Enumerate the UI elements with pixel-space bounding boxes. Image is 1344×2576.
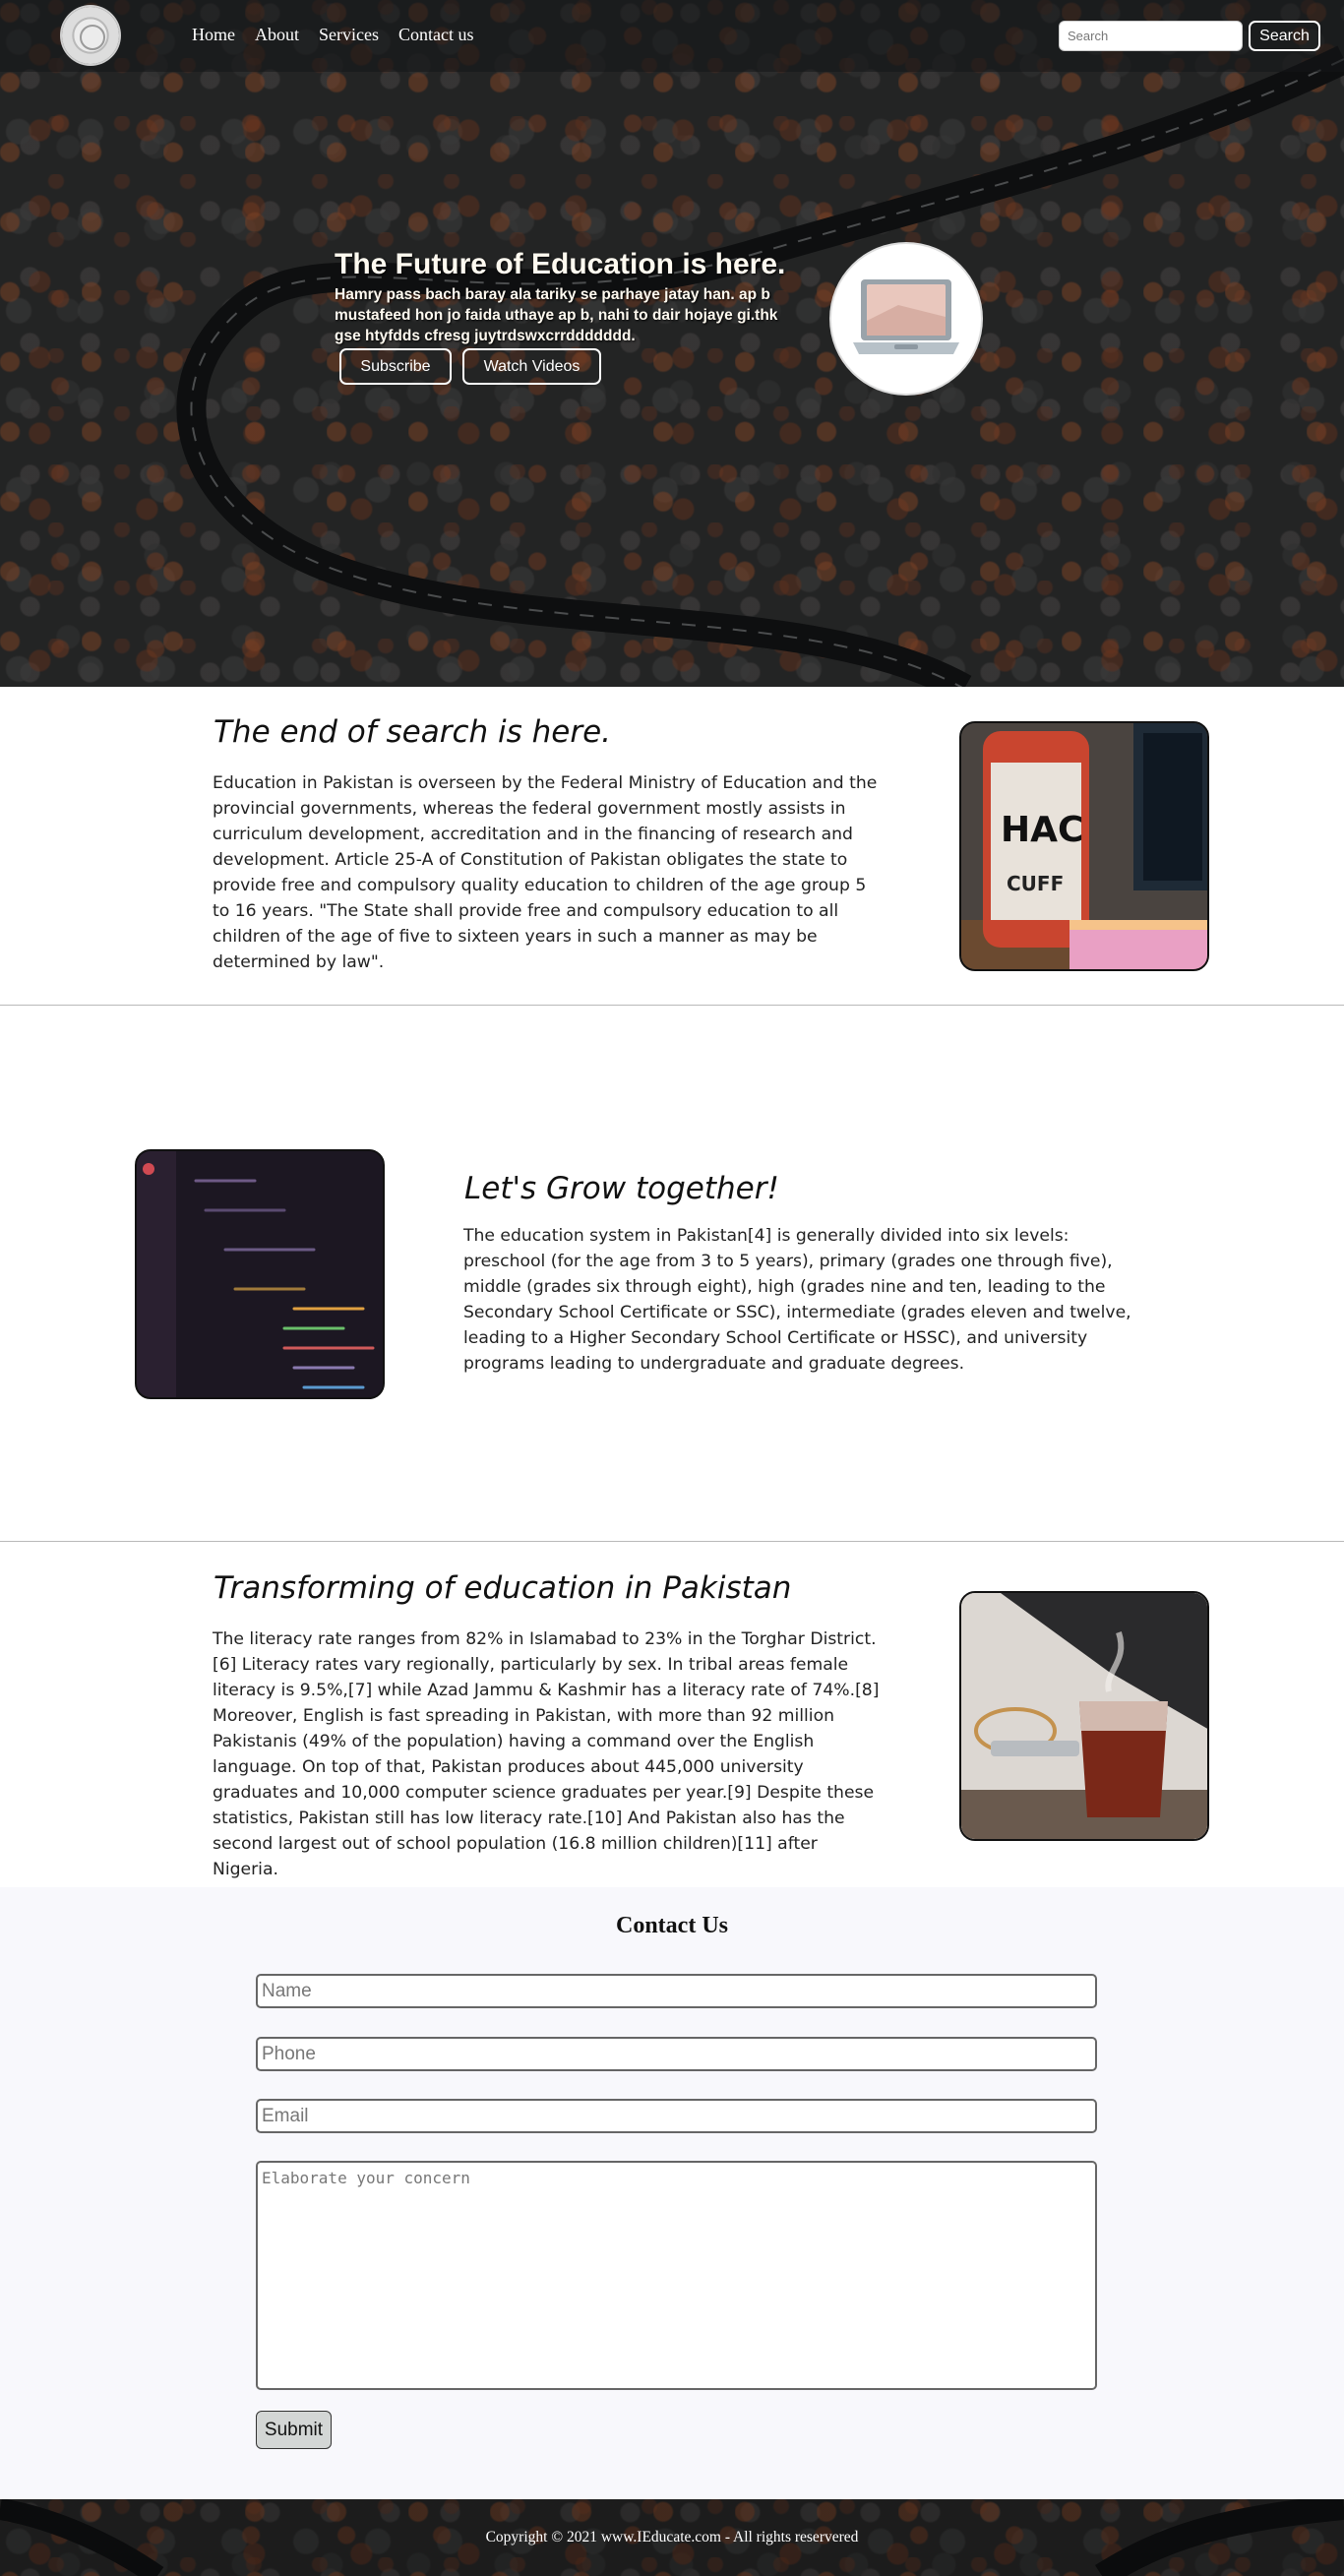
section-3-text: The literacy rate ranges from 82% in Isl…: [213, 1629, 880, 1879]
search-input[interactable]: [1059, 21, 1243, 51]
tea-glass-photo: [959, 1591, 1209, 1841]
nav-links: Home About Services Contact us: [192, 25, 493, 45]
hack-coffee-image: HAC CUFF: [961, 723, 1207, 969]
submit-button[interactable]: Submit: [256, 2411, 332, 2449]
section-3-title: Transforming of education in Pakistan: [214, 1570, 792, 1606]
section-1-title: The end of search is here.: [214, 714, 612, 750]
nav-services-link[interactable]: Services: [319, 25, 379, 45]
contact-section: Contact Us Submit: [0, 1887, 1344, 2499]
concern-textarea[interactable]: [256, 2161, 1097, 2390]
laptop-icon: [853, 279, 959, 354]
section-2-text: The education system in Pakistan[4] is g…: [463, 1226, 1131, 1374]
contact-title: Contact Us: [616, 1913, 728, 1938]
code-screen-photo: [135, 1149, 385, 1399]
section-2-title: Let's Grow together!: [464, 1171, 779, 1206]
hack-coffee-photo: HAC CUFF: [959, 721, 1209, 971]
hero-section: The Future of Education is here. Hamry p…: [0, 0, 1344, 687]
email-field[interactable]: [256, 2099, 1097, 2133]
section-divider: [0, 1005, 1344, 1006]
nav-contact-link[interactable]: Contact us: [398, 25, 474, 45]
phone-field[interactable]: [256, 2037, 1097, 2071]
copyright-text: Copyright © 2021 www.IEducate.com - All …: [485, 2529, 859, 2545]
nav-home-link[interactable]: Home: [192, 25, 235, 45]
name-field[interactable]: [256, 1974, 1097, 2008]
tea-glass-image: [961, 1593, 1207, 1839]
seal-logo-icon[interactable]: [62, 7, 119, 64]
navbar: Home About Services Contact us Search: [0, 0, 1344, 72]
footer: Copyright © 2021 www.IEducate.com - All …: [0, 2499, 1344, 2576]
search-button[interactable]: Search: [1249, 21, 1320, 51]
section-divider: [0, 1541, 1344, 1542]
hero-avatar: [831, 244, 981, 394]
subscribe-button[interactable]: Subscribe: [339, 348, 452, 385]
svg-text:HAC: HAC: [1001, 810, 1083, 850]
code-screen-image: [137, 1151, 383, 1397]
nav-about-link[interactable]: About: [255, 25, 299, 45]
svg-text:CUFF: CUFF: [1007, 872, 1064, 895]
watch-videos-button[interactable]: Watch Videos: [462, 348, 601, 385]
hero-description: Hamry pass bach baray ala tariky se parh…: [335, 286, 778, 344]
section-1-text: Education in Pakistan is overseen by the…: [213, 773, 878, 972]
hero-title: The Future of Education is here.: [335, 248, 786, 280]
